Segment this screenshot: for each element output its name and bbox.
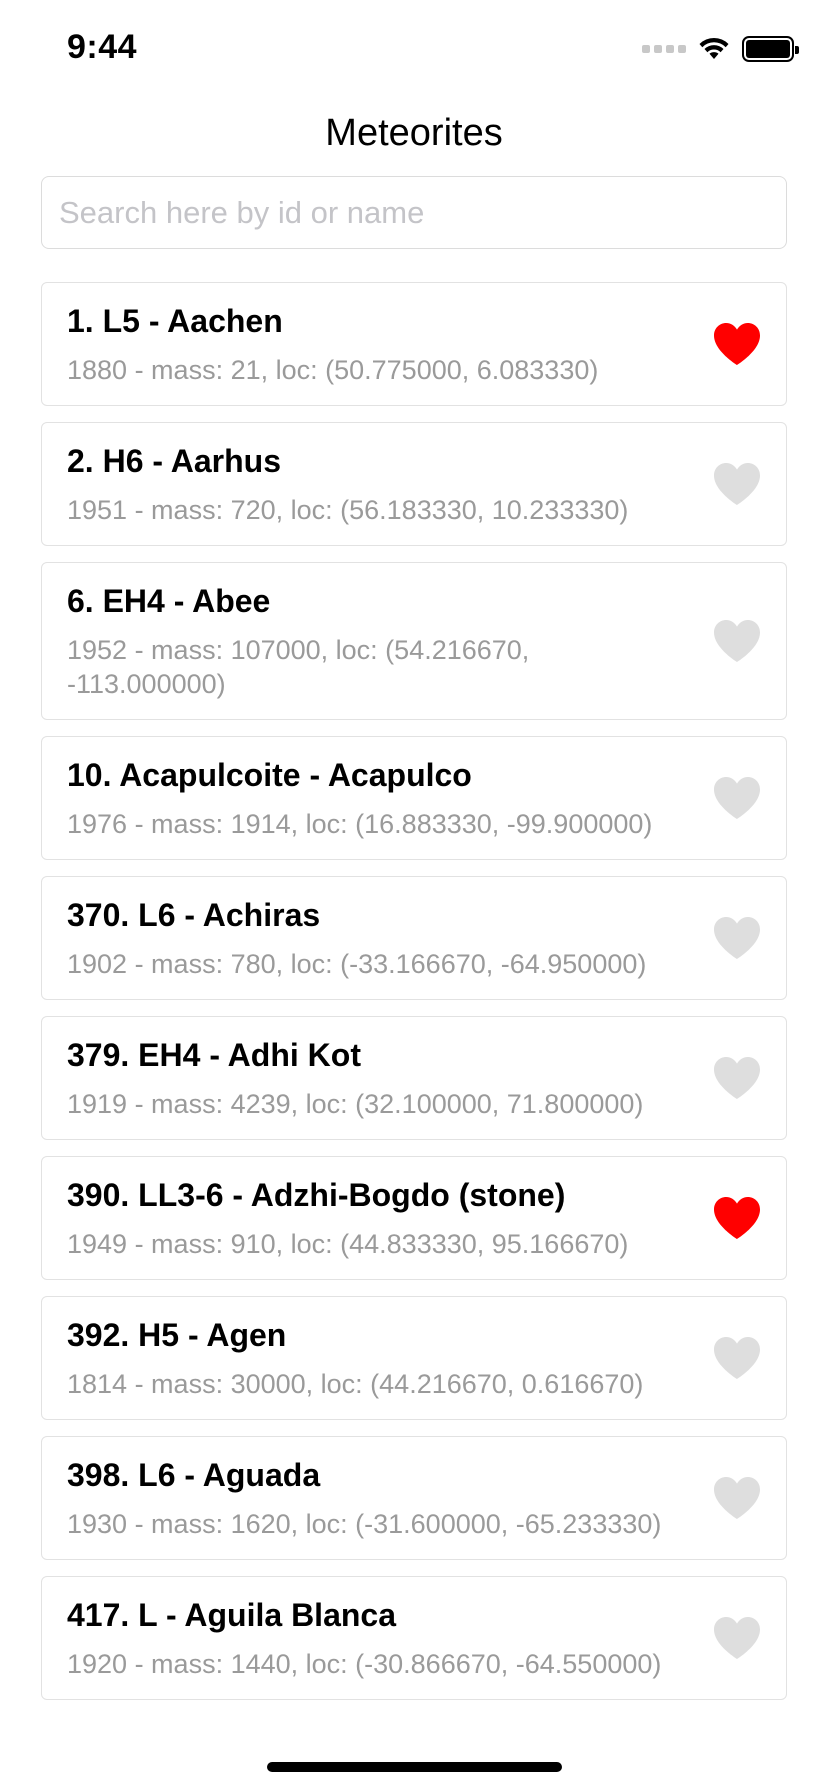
favorite-heart-icon[interactable] xyxy=(712,775,762,821)
meteorite-title: 10. Acapulcoite - Acapulco xyxy=(67,757,472,793)
favorite-heart-icon[interactable] xyxy=(712,461,762,507)
meteorite-row[interactable]: 417. L - Aguila Blanca 1920 - mass: 1440,… xyxy=(41,1576,787,1700)
favorite-heart-icon[interactable] xyxy=(712,1055,762,1101)
favorite-heart-icon[interactable] xyxy=(712,1335,762,1381)
page-title: Meteorites xyxy=(325,112,503,154)
meteorite-row[interactable]: 1. L5 - Aachen 1880 - mass: 21, loc: (50.… xyxy=(41,282,787,406)
meteorite-title: 398. L6 - Aguada xyxy=(67,1457,321,1493)
favorite-heart-icon[interactable] xyxy=(712,915,762,961)
meteorite-row[interactable]: 6. EH4 - Abee 1952 - mass: 107000, loc: (… xyxy=(41,562,787,720)
meteorite-row[interactable]: 390. LL3-6 - Adzhi-Bogdo (stone) 1949 - m… xyxy=(41,1156,787,1280)
cellular-signal-icon xyxy=(642,45,686,53)
meteorite-title: 1. L5 - Aachen xyxy=(67,303,283,339)
favorite-heart-icon[interactable] xyxy=(712,1195,762,1241)
favorite-heart-icon[interactable] xyxy=(712,321,762,367)
favorite-heart-icon[interactable] xyxy=(712,1475,762,1521)
status-icons xyxy=(642,36,799,62)
meteorite-details: 1976 - mass: 1914, loc: (16.883330, -99.… xyxy=(67,809,653,839)
battery-icon xyxy=(742,36,799,62)
meteorite-row[interactable]: 2. H6 - Aarhus 1951 - mass: 720, loc: (56… xyxy=(41,422,787,546)
meteorite-title: 379. EH4 - Adhi Kot xyxy=(67,1037,361,1073)
meteorite-details: 1930 - mass: 1620, loc: (-31.600000, -65… xyxy=(67,1509,662,1539)
favorite-heart-icon[interactable] xyxy=(712,618,762,664)
favorite-heart-icon[interactable] xyxy=(712,1615,762,1661)
meteorite-row[interactable]: 370. L6 - Achiras 1902 - mass: 780, loc: … xyxy=(41,876,787,1000)
meteorite-details: 1952 - mass: 107000, loc: (54.216670, -1… xyxy=(67,635,530,699)
meteorite-details: 1951 - mass: 720, loc: (56.183330, 10.23… xyxy=(67,495,629,525)
meteorite-details: 1902 - mass: 780, loc: (-33.166670, -64.… xyxy=(67,949,647,979)
app-screen: 9:44 Meteorites 1. L5 - Aachen 1880 - mas… xyxy=(0,0,828,1792)
meteorite-details: 1919 - mass: 4239, loc: (32.100000, 71.8… xyxy=(67,1089,644,1119)
meteorite-title: 2. H6 - Aarhus xyxy=(67,443,281,479)
meteorite-details: 1920 - mass: 1440, loc: (-30.866670, -64… xyxy=(67,1649,662,1679)
meteorite-title: 6. EH4 - Abee xyxy=(67,583,271,619)
home-indicator[interactable] xyxy=(267,1762,562,1772)
status-time: 9:44 xyxy=(67,28,138,66)
search-input[interactable] xyxy=(42,177,786,248)
meteorite-row[interactable]: 398. L6 - Aguada 1930 - mass: 1620, loc: … xyxy=(41,1436,787,1560)
status-bar: 9:44 xyxy=(0,0,828,100)
wifi-icon xyxy=(699,37,729,59)
meteorite-details: 1949 - mass: 910, loc: (44.833330, 95.16… xyxy=(67,1229,629,1259)
meteorite-row[interactable]: 10. Acapulcoite - Acapulco 1976 - mass: 1… xyxy=(41,736,787,860)
meteorite-title: 370. L6 - Achiras xyxy=(67,897,321,933)
meteorite-title: 392. H5 - Agen xyxy=(67,1317,287,1353)
meteorite-title: 390. LL3-6 - Adzhi-Bogdo (stone) xyxy=(67,1177,566,1213)
meteorite-title: 417. L - Aguila Blanca xyxy=(67,1597,396,1633)
meteorite-details: 1814 - mass: 30000, loc: (44.216670, 0.6… xyxy=(67,1369,644,1399)
search-box xyxy=(41,176,787,249)
meteorite-row[interactable]: 392. H5 - Agen 1814 - mass: 30000, loc: (… xyxy=(41,1296,787,1420)
meteorite-details: 1880 - mass: 21, loc: (50.775000, 6.0833… xyxy=(67,355,599,385)
meteorite-list[interactable]: 1. L5 - Aachen 1880 - mass: 21, loc: (50.… xyxy=(41,282,787,1726)
meteorite-row[interactable]: 379. EH4 - Adhi Kot 1919 - mass: 4239, lo… xyxy=(41,1016,787,1140)
